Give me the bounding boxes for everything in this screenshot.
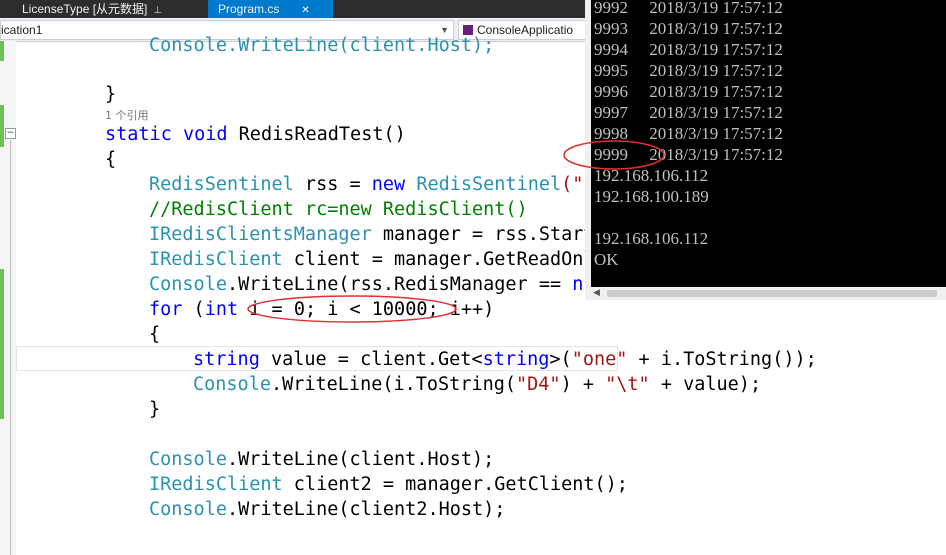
code-text: .WriteLine(client.Host); xyxy=(226,449,495,470)
code-text: rss = xyxy=(293,174,372,195)
code-text: manager = rss.Start xyxy=(371,224,595,245)
tab-label: LicenseType [从元数据] xyxy=(22,2,148,16)
outline-guide xyxy=(10,140,11,555)
console-line: 192.168.106.112 xyxy=(594,166,709,185)
code-keyword: for xyxy=(149,299,183,320)
console-output: 9992 2018/3/19 17:57:12 9993 2018/3/19 1… xyxy=(591,0,946,287)
pin-icon[interactable]: ⊥ xyxy=(153,5,162,16)
code-comment: //RedisClient rc=new RedisClient() xyxy=(149,199,528,220)
for-loop-line: for (int i = 0; i < 10000; i++) xyxy=(149,297,494,322)
change-indicator xyxy=(0,41,4,61)
code-line: IRedisClient client2 = manager.GetClient… xyxy=(149,472,628,497)
console-line: 9993 2018/3/19 17:57:12 xyxy=(594,19,783,38)
code-text: client = manager.GetReadOnl xyxy=(282,249,595,270)
console-line: 9998 2018/3/19 17:57:12 xyxy=(594,124,783,143)
project-dropdown-value: ication1 xyxy=(1,23,43,37)
code-text: + value); xyxy=(649,374,762,395)
console-line: 192.168.106.112 xyxy=(594,229,709,248)
code-line: Console.WriteLine(i.ToString("D4") + "\t… xyxy=(193,372,761,397)
code-text: .WriteLine(client2.Host); xyxy=(226,499,506,520)
code-line: } xyxy=(105,82,116,107)
code-keyword: string xyxy=(193,349,260,370)
code-type: IRedisClient xyxy=(149,474,283,495)
tab-program-cs[interactable]: Program.cs ✕ xyxy=(208,0,333,18)
code-text: { xyxy=(105,149,117,170)
code-text: >( xyxy=(549,349,572,370)
code-line: { xyxy=(149,322,160,347)
codelens-references[interactable]: 1 个引用 xyxy=(105,107,149,123)
console-line: 9992 2018/3/19 17:57:12 xyxy=(594,0,783,17)
code-text: i = 0; i < 10000; i++) xyxy=(238,299,495,320)
console-line: 9997 2018/3/19 17:57:12 xyxy=(594,103,783,122)
code-text: ) + xyxy=(560,374,606,395)
code-text: ( xyxy=(182,299,205,320)
code-type: Console xyxy=(149,499,227,520)
keyword-static: static xyxy=(105,124,172,145)
scrollbar-thumb[interactable] xyxy=(607,290,937,297)
code-text: { xyxy=(149,324,161,345)
collapse-icon[interactable]: − xyxy=(5,128,16,139)
code-keyword: string xyxy=(482,349,550,370)
code-line: IRedisClient client = manager.GetReadOnl xyxy=(149,247,595,272)
code-line: Console.WriteLine(client.Host); xyxy=(149,447,494,472)
code-text: .WriteLine(i.ToString( xyxy=(270,374,517,395)
change-indicator xyxy=(0,105,4,147)
method-signature: static void RedisReadTest() xyxy=(105,122,406,147)
code-string: "\t" xyxy=(605,374,650,395)
code-type: RedisSentinel xyxy=(149,174,294,195)
code-line: string value = client.Get<string>("one" … xyxy=(193,347,817,372)
code-line: Console.WriteLine(client.Host); xyxy=(149,33,494,58)
code-text: + i.ToString()); xyxy=(627,349,817,370)
code-line: IRedisClientsManager manager = rss.Start xyxy=(149,222,595,247)
code-line: Console.WriteLine(rss.RedisManager == nu xyxy=(149,272,595,297)
code-text: value = client.Get< xyxy=(259,349,483,370)
scroll-left-icon[interactable]: ◀ xyxy=(593,288,600,298)
code-line: //RedisClient rc=new RedisClient() xyxy=(149,197,528,222)
change-indicator xyxy=(0,269,4,419)
code-text: } xyxy=(105,84,117,105)
console-line: 9999 2018/3/19 17:57:12 xyxy=(594,145,783,164)
console-line: OK xyxy=(594,250,619,269)
code-line: { xyxy=(105,147,116,172)
code-text: Console.WriteLine(client.Host); xyxy=(149,35,495,56)
code-line: } xyxy=(149,397,160,422)
console-line: 192.168.100.189 xyxy=(594,187,709,206)
close-icon[interactable]: ✕ xyxy=(301,5,309,16)
code-type: Console xyxy=(149,274,227,295)
tab-label: Program.cs xyxy=(218,2,280,16)
code-line: Console.WriteLine(client2.Host); xyxy=(149,497,505,522)
code-keyword: new xyxy=(371,174,406,195)
code-type: IRedisClient xyxy=(149,249,283,270)
console-line: 9994 2018/3/19 17:57:12 xyxy=(594,40,783,59)
code-type: Console xyxy=(193,374,271,395)
method-name: RedisReadTest() xyxy=(238,124,406,145)
console-line: 9995 2018/3/19 17:57:12 xyxy=(594,61,783,80)
code-type: RedisSentinel xyxy=(405,174,562,195)
console-horizontal-scrollbar[interactable]: ◀ xyxy=(591,287,946,300)
console-window[interactable]: 9992 2018/3/19 17:57:12 9993 2018/3/19 1… xyxy=(585,0,946,300)
editor-gutter: − xyxy=(0,41,16,555)
code-line: RedisSentinel rss = new RedisSentinel("1 xyxy=(149,172,595,197)
console-line: 9996 2018/3/19 17:57:12 xyxy=(594,82,783,101)
code-keyword: int xyxy=(204,299,239,320)
code-text: client2 = manager.GetClient(); xyxy=(282,474,628,495)
code-string: "D4" xyxy=(516,374,561,395)
references-label: 1 个引用 xyxy=(105,109,149,122)
code-string: "one" xyxy=(571,349,628,370)
code-type: IRedisClientsManager xyxy=(149,224,372,245)
code-text: } xyxy=(149,399,161,420)
code-text: .WriteLine(rss.RedisManager == xyxy=(226,274,573,295)
code-type: Console xyxy=(149,449,227,470)
tab-licensetype[interactable]: LicenseType [从元数据] ⊥ xyxy=(0,0,208,18)
keyword-void: void xyxy=(182,124,228,145)
